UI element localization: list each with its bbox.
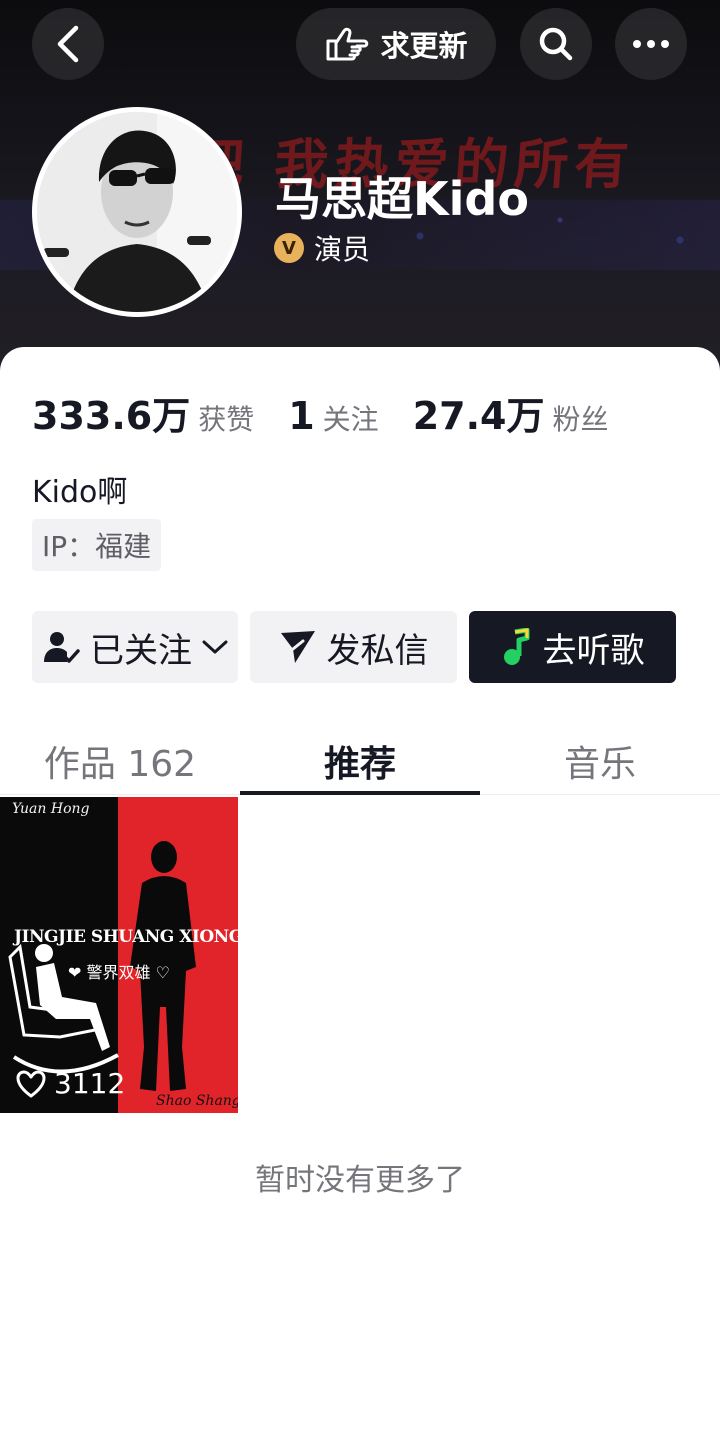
likes-label[interactable]: 获赞 <box>198 398 254 438</box>
following-label[interactable]: 关注 <box>323 398 379 438</box>
following-count[interactable]: 1 <box>288 394 314 438</box>
tab-recommend[interactable]: 推荐 <box>240 729 480 795</box>
music-note-icon <box>503 628 529 665</box>
back-icon <box>57 25 79 63</box>
profile-stats: 333.6万 获赞 1 关注 27.4万 粉丝 <box>32 385 642 440</box>
ip-location-tag: IP：福建 <box>32 519 162 571</box>
search-button[interactable] <box>520 8 592 80</box>
tab-works[interactable]: 作品 162 <box>0 729 240 794</box>
search-icon <box>539 27 573 61</box>
following-button[interactable]: 已关注 <box>32 611 238 683</box>
back-button[interactable] <box>32 8 104 80</box>
poster-title: JINGJIE SHUANG XIONG <box>14 927 238 947</box>
send-icon <box>280 631 315 663</box>
avatar-portrait <box>37 112 237 312</box>
profile-tabs: 作品 162 推荐 音乐 <box>0 729 720 795</box>
more-button[interactable] <box>615 8 687 80</box>
profile-bio: Kido啊 <box>32 475 128 510</box>
request-update-label: 求更新 <box>380 29 468 63</box>
verification-label: 演员 <box>314 233 371 266</box>
followers-label[interactable]: 粉丝 <box>552 398 608 438</box>
poster-bottom-text: Shao Shang <box>156 1093 238 1109</box>
video-likes-count: 3112 <box>54 1067 126 1100</box>
likes-count: 333.6万 <box>32 394 191 438</box>
no-more-text: 暂时没有更多了 <box>255 1163 465 1198</box>
followed-user-icon <box>44 632 80 663</box>
send-message-label: 发私信 <box>326 630 429 671</box>
poster-top-text: Yuan Hong <box>12 801 90 817</box>
poster-figures <box>8 841 196 1091</box>
chevron-down-icon <box>202 640 228 654</box>
heart-icon <box>16 1070 46 1097</box>
followers-count[interactable]: 27.4万 <box>413 385 545 440</box>
profile-name: 马思超Kido <box>275 172 529 226</box>
verified-icon: V <box>274 233 304 263</box>
hand-point-icon <box>326 27 369 61</box>
send-message-button[interactable]: 发私信 <box>250 611 457 683</box>
video-thumbnail[interactable]: Yuan Hong JINGJIE SHUANG XIONG ❤ 警界双雄 ♡ … <box>0 797 238 1113</box>
verification-tag: V 演员 <box>274 228 370 268</box>
listen-music-button[interactable]: 去听歌 <box>469 611 676 683</box>
video-likes: 3112 <box>16 1067 125 1100</box>
more-icon <box>633 40 669 48</box>
request-update-button[interactable]: 求更新 <box>296 8 496 80</box>
profile-card: 333.6万 获赞 1 关注 27.4万 粉丝 Kido啊 IP：福建 已关注 … <box>0 347 720 1439</box>
avatar[interactable] <box>32 107 242 317</box>
following-label: 已关注 <box>90 630 192 671</box>
listen-music-label: 去听歌 <box>542 630 645 671</box>
poster-subtitle: ❤ 警界双雄 ♡ <box>68 963 170 982</box>
action-bar: 已关注 发私信 去听歌 <box>32 611 676 683</box>
tab-music[interactable]: 音乐 <box>480 729 720 794</box>
